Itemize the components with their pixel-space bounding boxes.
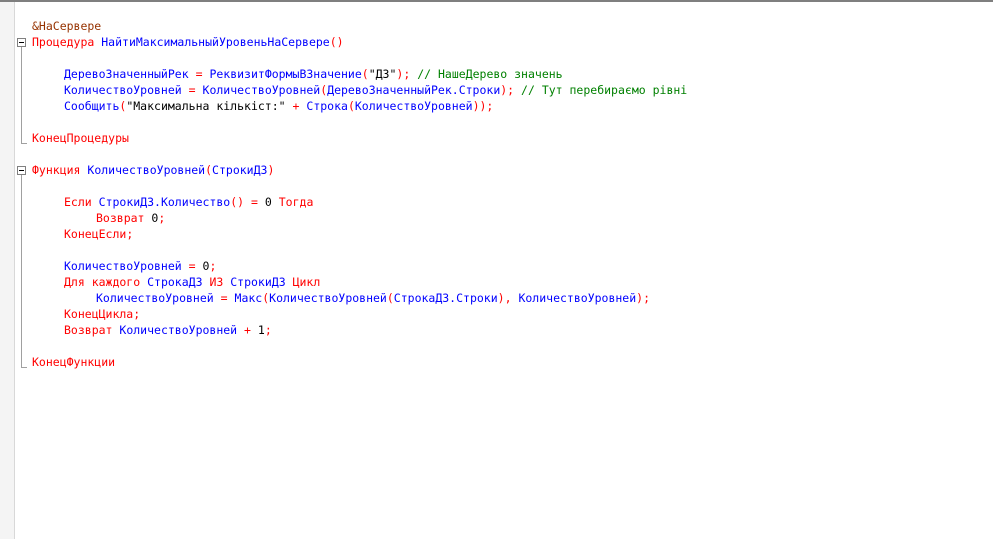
- procedure-params: (): [329, 35, 344, 49]
- code-token: КоличествоУровней: [64, 83, 182, 97]
- code-number: 1: [257, 323, 265, 337]
- code-token: СтрокиДЗ.Количество: [98, 195, 231, 209]
- code-token: СтрокаДЗ.Строки: [393, 291, 498, 305]
- code-comment: // Тут перебираємо рівні: [521, 83, 688, 97]
- code-token: КоличествоУровней: [202, 83, 321, 97]
- code-token: КоличествоУровней: [269, 291, 387, 305]
- code-token: КоличествоУровней: [518, 291, 637, 305]
- collapse-function-icon[interactable]: [17, 166, 26, 175]
- code-line-22: КонецФункции: [32, 354, 993, 370]
- code-token: СтрокаДЗ: [147, 275, 203, 289]
- code-line-10: Функция КоличествоУровней(СтрокиДЗ): [32, 163, 275, 177]
- code-token: Сообщить: [64, 99, 120, 113]
- code-line-19: КонецЦикла;: [64, 307, 141, 321]
- procedure-name: НайтиМаксимальныйУровеньНаСервере: [101, 35, 330, 49]
- code-string: "Максимальна кількіст:": [126, 99, 286, 113]
- cycle-keyword: Цикл: [292, 275, 321, 289]
- code-token: КоличествоУровней: [96, 291, 214, 305]
- code-line-16: КоличествоУровней = 0;: [64, 259, 217, 273]
- code-token: ДеревоЗначенныйРек: [64, 67, 189, 81]
- code-token: КоличествоУровней: [354, 99, 473, 113]
- endif-keyword: КонецЕсли: [64, 227, 127, 241]
- function-keyword: Функция: [32, 163, 81, 177]
- code-token: Макс: [234, 291, 263, 305]
- collapse-procedure-icon[interactable]: [17, 38, 26, 47]
- editor-gutter: [0, 2, 15, 539]
- end-function-keyword: КонецФункции: [32, 355, 116, 369]
- return-keyword: Возврат: [64, 323, 113, 337]
- code-line-8: КонецПроцедуры: [32, 130, 993, 146]
- code-line-4: ДеревоЗначенныйРек = РеквизитФормыВЗначе…: [64, 67, 563, 81]
- function-name: КоличествоУровней: [87, 163, 206, 177]
- code-line-13: Возврат 0;: [96, 211, 166, 225]
- function-param: СтрокиДЗ: [212, 163, 268, 177]
- code-comment: // НашеДерево значень: [417, 67, 563, 81]
- code-line-17: Для каждого СтрокаДЗ ИЗ СтрокиДЗ Цикл: [32, 274, 993, 290]
- code-string: "ДЗ": [368, 67, 397, 81]
- server-directive: &НаСервере: [32, 19, 102, 33]
- function-fold-line: [21, 175, 22, 367]
- code-token: Строка: [306, 99, 348, 113]
- code-line-6: Сообщить("Максимальна кількіст:" + Строк…: [64, 99, 494, 113]
- procedure-fold-line: [21, 47, 22, 143]
- code-token: КоличествоУровней: [64, 259, 182, 273]
- code-token: ДеревоЗначенныйРек.Строки: [327, 83, 501, 97]
- procedure-keyword: Процедура: [32, 35, 95, 49]
- end-cycle-keyword: КонецЦикла: [64, 307, 134, 321]
- editor-top-border: [0, 0, 993, 2]
- return-keyword: Возврат: [96, 211, 145, 225]
- code-number: 0: [264, 195, 272, 209]
- code-line-1: &НаСервере: [32, 18, 993, 34]
- function-fold-end: [21, 367, 27, 368]
- code-token: СтрокиДЗ: [230, 275, 286, 289]
- code-line-20: Возврат КоличествоУровней + 1;: [64, 323, 272, 337]
- code-lines[interactable]: &НаСервере Процедура НайтиМаксимальныйУр…: [32, 18, 993, 370]
- procedure-fold-end: [21, 143, 27, 144]
- code-line-5: КоличествоУровней = КоличествоУровней(Де…: [64, 83, 688, 97]
- code-line-18: КоличествоУровней = Макс(КоличествоУровн…: [96, 291, 651, 305]
- code-token: РеквизитФормыВЗначение: [209, 67, 362, 81]
- if-keyword: Если: [64, 195, 92, 209]
- code-line-14: КонецЕсли;: [64, 227, 134, 241]
- end-procedure-keyword: КонецПроцедуры: [32, 131, 129, 145]
- code-editor[interactable]: &НаСервере Процедура НайтиМаксимальныйУр…: [0, 0, 993, 539]
- for-each-keyword: Для каждого: [64, 275, 141, 289]
- in-keyword: ИЗ: [209, 275, 224, 289]
- code-token: КоличествоУровней: [119, 323, 238, 337]
- then-keyword: Тогда: [278, 195, 314, 209]
- code-line-12: Если СтрокиДЗ.Количество() = 0 Тогда: [64, 195, 314, 209]
- code-line-2: Процедура НайтиМаксимальныйУровеньНаСерв…: [32, 34, 993, 50]
